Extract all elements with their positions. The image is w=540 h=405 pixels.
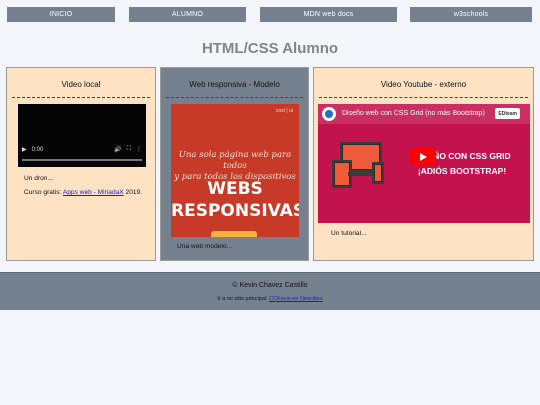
divider [166, 97, 303, 98]
poster-subtitle-line-1: Una sola página web para todos [178, 150, 292, 171]
card-web-responsiva: Web responsiva - Modelo cost | ui Una so… [160, 67, 309, 261]
channel-badge: EDteam [495, 108, 520, 119]
video-progress-bar[interactable] [22, 159, 142, 161]
card-title: Video local [61, 80, 101, 89]
video-caption: Un dron... [24, 175, 53, 182]
play-icon[interactable]: ▶ [22, 146, 27, 153]
footer-visit-line: Ir a mi sitio principal: CCKevin en Neoc… [0, 296, 540, 302]
footer-site-link[interactable]: CCKevin en Neocities [269, 296, 323, 302]
footer-visit-prefix: Ir a mi sitio principal: [217, 296, 270, 302]
course-line: Curso gratis: Apps web - MiriadaX 2019. [24, 189, 142, 196]
monitor-stand [348, 172, 374, 176]
card-title: Video Youtube - externo [380, 80, 467, 89]
poster-headline-line-1: WEBS [207, 179, 263, 199]
course-link[interactable]: Apps web - MiriadaX [63, 189, 124, 196]
youtube-caption: Un tutorial... [331, 230, 367, 237]
divider [319, 97, 528, 98]
divider [12, 97, 150, 98]
footer-copyright: © Kevin Chavez Castillo [232, 282, 308, 289]
nav-alumno-button[interactable]: ALUMNO [129, 7, 246, 22]
youtube-video-title[interactable]: Diseño web con CSS Grid (no más Bootstra… [342, 110, 485, 117]
poster-tag: cost | ui [275, 108, 293, 114]
card-title: Web responsiva - Modelo [189, 80, 280, 89]
youtube-play-button-icon[interactable] [410, 148, 436, 166]
channel-badge-label: EDteam [498, 110, 517, 117]
card-video-youtube: Video Youtube - externo Diseño web con C… [313, 67, 534, 261]
nav-w3schools-button[interactable]: w3schools [410, 7, 532, 22]
volume-icon[interactable]: 🔊 [114, 146, 121, 153]
responsive-poster-image: cost | ui Una sola página web para todos… [171, 104, 299, 237]
poster-headline: WEBS RESPONSIVAS [171, 178, 299, 222]
course-suffix: 2019. [123, 189, 143, 196]
page-title: HTML/CSS Alumno [201, 40, 339, 57]
footer: © Kevin Chavez Castillo Ir a mi sitio pr… [0, 272, 540, 310]
youtube-embed[interactable]: Diseño web con CSS Grid (no más Bootstra… [318, 104, 530, 223]
responsive-caption: Una web modelo... [177, 243, 232, 250]
course-prefix: Curso gratis: [24, 189, 63, 196]
more-options-icon[interactable]: ⋮ [136, 146, 142, 153]
fullscreen-icon[interactable]: ⛶ [127, 146, 131, 153]
video-controls: ▶ 0:00 🔊 ⛶ ⋮ [22, 146, 142, 153]
video-player[interactable]: ▶ 0:00 🔊 ⛶ ⋮ [18, 104, 146, 167]
poster-button-shape [211, 231, 257, 237]
poster-headline-line-2: RESPONSIVAS [171, 201, 299, 221]
card-video-local: Video local ▶ 0:00 🔊 ⛶ ⋮ Un dron... Curs… [6, 67, 156, 261]
channel-logo-icon[interactable] [322, 107, 336, 121]
nav-inicio-button[interactable]: INICIO [7, 7, 115, 22]
headline-line-2: ¡ADIÓS BOOTSTRAP! [417, 166, 507, 176]
video-time: 0:00 [31, 146, 44, 153]
nav-mdn-button[interactable]: MDN web docs [260, 7, 397, 22]
